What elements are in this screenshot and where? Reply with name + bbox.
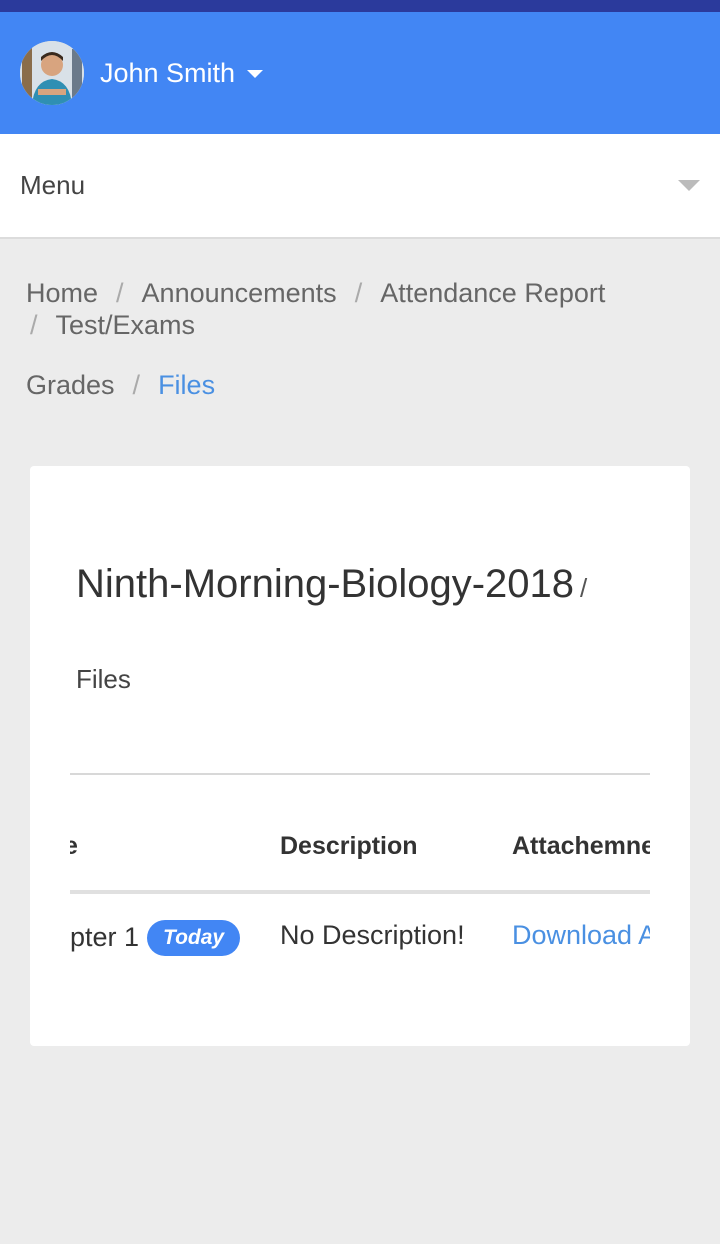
breadcrumb-test-exams[interactable]: Test/Exams (56, 310, 196, 340)
breadcrumb-separator: / (354, 278, 363, 308)
page-title: Ninth-Morning-Biology-2018/ (76, 562, 587, 607)
download-attachment-link[interactable]: Download A (512, 920, 650, 951)
chevron-down-icon[interactable] (247, 70, 264, 78)
column-header-attachment[interactable]: Attachemne (512, 832, 650, 861)
files-card: Ninth-Morning-Biology-2018/ Files e Desc… (30, 466, 690, 1046)
chevron-down-icon (678, 180, 700, 191)
breadcrumb-grades[interactable]: Grades (26, 370, 115, 400)
menu-label: Menu (20, 170, 86, 200)
file-name-cell: pter 1 Today (70, 920, 241, 956)
breadcrumb-announcements[interactable]: Announcements (142, 278, 337, 308)
user-avatar[interactable] (20, 41, 84, 105)
table-header-divider (70, 890, 650, 894)
menu-toggle[interactable]: Menu (0, 134, 720, 239)
title-separator: / (580, 573, 588, 603)
files-table[interactable]: e Description Attachemne pter 1 Today No … (70, 776, 650, 976)
breadcrumb-separator: / (30, 310, 38, 340)
app-header: John Smith (0, 12, 720, 134)
breadcrumb-separator: / (132, 370, 141, 400)
avatar-photo (20, 41, 84, 105)
user-name[interactable]: John Smith (100, 58, 235, 89)
page-subtitle: Files (76, 664, 131, 694)
column-header-description[interactable]: Description (280, 832, 418, 861)
column-header-name[interactable]: e (70, 832, 78, 861)
file-name: pter 1 (70, 922, 140, 952)
breadcrumb-files-active: Files (158, 370, 216, 400)
breadcrumb-attendance-report[interactable]: Attendance Report (380, 278, 605, 308)
breadcrumb-separator: / (116, 278, 124, 308)
description-cell: No Description! (280, 920, 465, 950)
breadcrumb-home[interactable]: Home (26, 278, 98, 308)
class-name: Ninth-Morning-Biology-2018 (76, 562, 575, 606)
divider (70, 773, 650, 775)
status-strip (0, 0, 720, 12)
today-badge: Today (147, 920, 241, 956)
